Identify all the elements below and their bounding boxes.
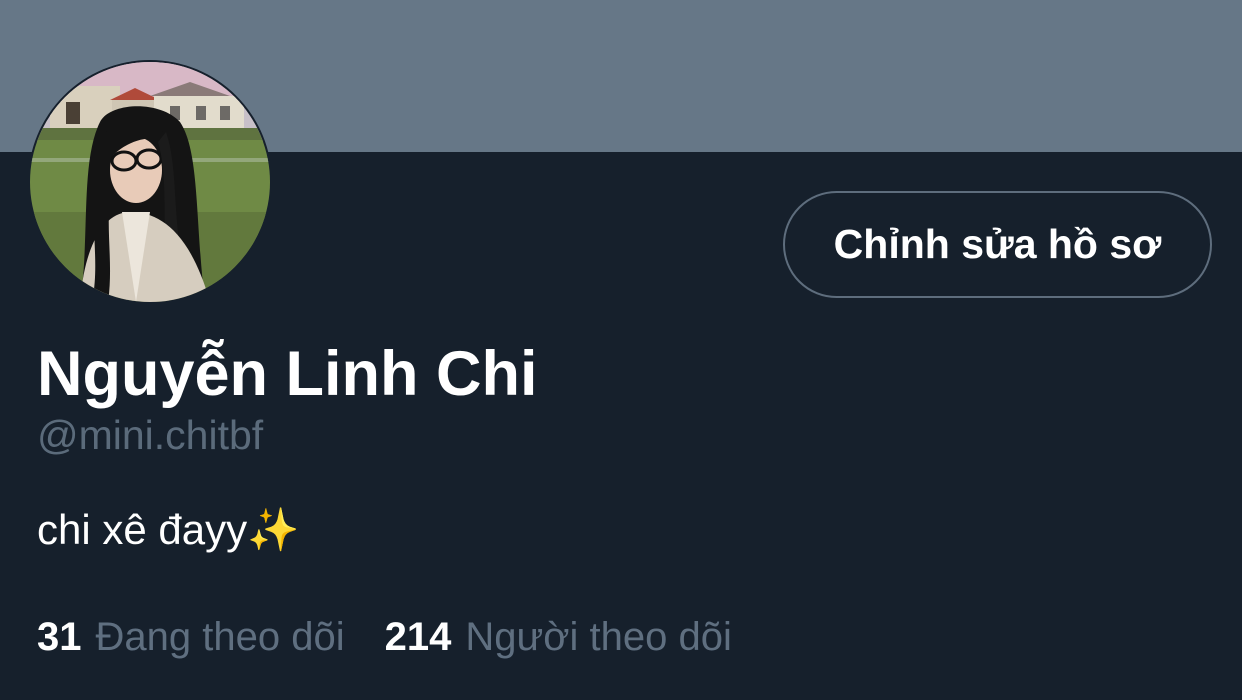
avatar-photo	[30, 62, 270, 302]
following-count: 31	[37, 615, 82, 659]
followers-stat[interactable]: 214 Người theo dõi	[385, 609, 732, 665]
edit-profile-button[interactable]: Chỉnh sửa hồ sơ	[783, 191, 1212, 298]
profile-header: Chỉnh sửa hồ sơ Nguyễn Linh Chi @mini.ch…	[0, 0, 1242, 700]
profile-bio: chi xê đayy✨	[37, 506, 300, 553]
follow-stats: 31 Đang theo dõi 214 Người theo dõi	[37, 609, 732, 665]
avatar[interactable]	[28, 60, 272, 304]
following-label: Đang theo dõi	[95, 615, 345, 659]
followers-count: 214	[384, 615, 452, 659]
username-handle: @mini.chitbf	[37, 412, 264, 458]
display-name: Nguyễn Linh Chi	[37, 339, 538, 409]
followers-label: Người theo dõi	[465, 615, 732, 659]
following-stat[interactable]: 31 Đang theo dõi	[37, 609, 345, 665]
